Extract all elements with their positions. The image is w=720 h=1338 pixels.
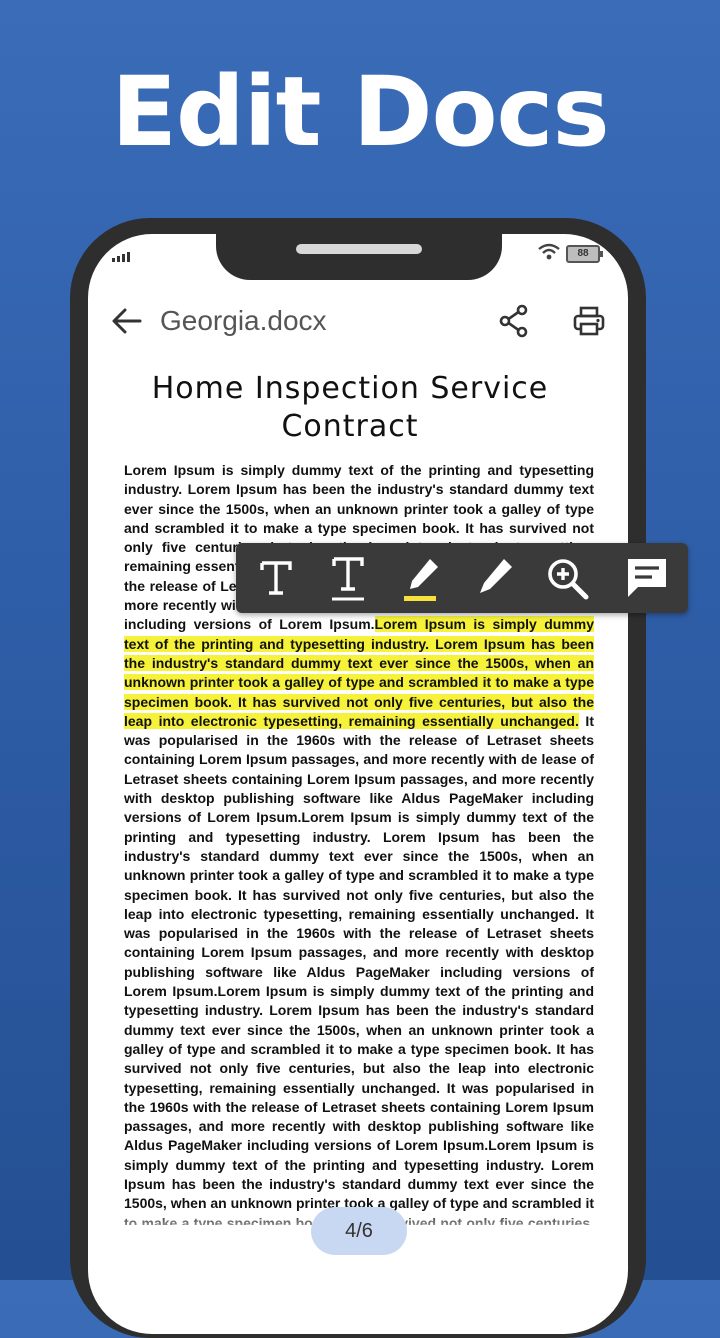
text-underline-icon (332, 557, 364, 601)
print-icon[interactable] (572, 304, 606, 338)
comment-button[interactable] (618, 543, 674, 613)
highlighter-icon (404, 559, 438, 601)
zoom-in-button[interactable] (538, 543, 594, 613)
promo-headline: Edit Docs (111, 56, 609, 168)
pencil-button[interactable] (468, 543, 524, 613)
document-title: Home Inspection Service Contract (151, 371, 549, 444)
document-file-name: Georgia.docx (160, 305, 327, 336)
zoom-in-icon (548, 559, 589, 600)
body-text-after: It was popularised in the 1960s with the… (124, 712, 594, 1225)
page-indicator: 4/6 (311, 1207, 407, 1255)
speaker-grille (296, 244, 422, 254)
text-underline-button[interactable] (320, 543, 376, 613)
battery-indicator: 88 (566, 245, 603, 263)
highlighted-text[interactable]: Lorem Ipsum is simply dummy text of the … (124, 616, 594, 729)
signal-icon (112, 250, 136, 262)
share-icon[interactable] (498, 304, 530, 338)
pencil-icon (480, 559, 512, 593)
text-style-button[interactable] (248, 543, 304, 613)
edit-toolbar (236, 543, 688, 613)
highlight-button[interactable] (394, 543, 450, 613)
back-arrow-icon[interactable] (110, 304, 144, 338)
text-serif-icon (260, 561, 292, 595)
wifi-icon (538, 243, 560, 260)
comment-icon (628, 559, 666, 597)
